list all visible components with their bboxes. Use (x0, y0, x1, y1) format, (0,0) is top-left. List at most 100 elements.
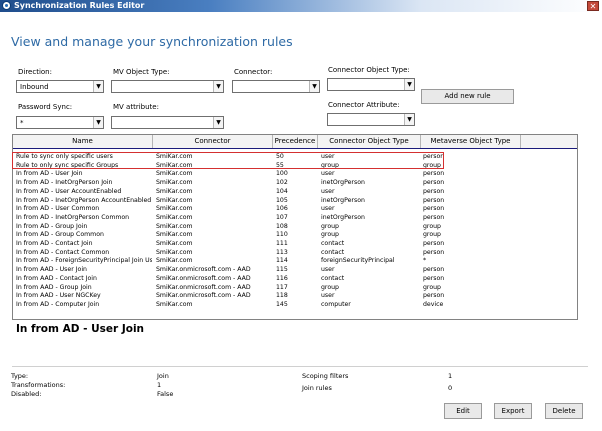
cell-connector-object-type: foreignSecurityPrincipal (321, 257, 395, 265)
table-row[interactable]: In from AD - Group Join SmiKar.com 108 grou… (13, 223, 577, 232)
cell-precedence: 102 (276, 179, 288, 187)
cell-name: In from AD - ForeignSecurityPrincipal Jo… (16, 257, 152, 265)
password-sync-select[interactable]: * ▼ (16, 116, 104, 129)
cell-metaverse-object-type: person (423, 170, 445, 178)
cell-metaverse-object-type: person (423, 213, 445, 221)
divider (12, 366, 588, 367)
cell-name: In from AD - InetOrgPerson AccountEnable… (16, 196, 152, 204)
column-header-name[interactable]: Name (13, 135, 153, 148)
connector-select[interactable]: ▼ (232, 80, 320, 93)
cell-precedence: 100 (276, 170, 288, 178)
cell-connector: SmiKar.com (156, 222, 193, 230)
chevron-down-icon[interactable]: ▼ (309, 81, 319, 92)
chevron-down-icon[interactable]: ▼ (404, 79, 414, 90)
connector-object-type-label: Connector Object Type: (328, 66, 410, 74)
cell-metaverse-object-type: person (423, 266, 445, 274)
table-row[interactable]: In from AAD - User NGCKey SmiKar.onmicros… (13, 292, 577, 301)
table-row[interactable]: In from AD - InetOrgPerson AccountEnable… (13, 197, 577, 206)
cell-connector-object-type: user (321, 205, 335, 213)
cell-precedence: 104 (276, 187, 288, 195)
chevron-down-icon[interactable]: ▼ (404, 114, 414, 125)
cell-name: In from AD - User Common (16, 205, 100, 213)
cell-metaverse-object-type: person (423, 187, 445, 195)
column-header-connector[interactable]: Connector (153, 135, 273, 148)
password-sync-label: Password Sync: (18, 103, 73, 111)
cell-connector: SmiKar.com (156, 196, 193, 204)
direction-value: Inbound (20, 83, 49, 91)
cell-precedence: 107 (276, 213, 288, 221)
table-row[interactable]: In from AD - InetOrgPerson Join SmiKar.co… (13, 179, 577, 188)
chevron-down-icon[interactable]: ▼ (213, 81, 223, 92)
cell-connector-object-type: user (321, 292, 335, 300)
mv-attribute-select[interactable]: ▼ (111, 116, 224, 129)
cell-connector-object-type: user (321, 266, 335, 274)
close-button[interactable]: ✕ (587, 1, 599, 11)
table-row[interactable]: In from AD - User Common SmiKar.com 106 use… (13, 205, 577, 214)
type-value: Join (157, 372, 169, 380)
table-row[interactable]: In from AAD - User Join SmiKar.onmicrosof… (13, 266, 577, 275)
cell-name: In from AD - User Join (16, 170, 83, 178)
cell-connector: SmiKar.com (156, 170, 193, 178)
cell-connector: SmiKar.com (156, 213, 193, 221)
connector-attribute-label: Connector Attribute: (328, 101, 400, 109)
cell-name: In from AD - Group Join (16, 222, 88, 230)
add-new-rule-button[interactable]: Add new rule (421, 89, 514, 104)
edit-button[interactable]: Edit (444, 403, 482, 419)
cell-connector-object-type: contact (321, 240, 345, 247)
cell-connector: SmiKar.com (156, 240, 193, 247)
table-row[interactable]: In from AD - User Join SmiKar.com 100 user p… (13, 170, 577, 179)
chevron-down-icon[interactable]: ▼ (93, 117, 103, 128)
cell-name: In from AD - Contact Join (16, 240, 93, 247)
cell-name: In from AAD - User Join (16, 266, 87, 274)
disabled-value: False (157, 390, 174, 398)
cell-metaverse-object-type: person (423, 205, 445, 213)
cell-connector-object-type: user (321, 170, 335, 178)
cell-name: In from AAD - User NGCKey (16, 292, 101, 300)
cell-connector: SmiKar.onmicrosoft.com - AAD (156, 292, 251, 300)
cell-metaverse-object-type: group (423, 231, 441, 239)
table-row[interactable]: In from AD - InetOrgPerson Common SmiKar.… (13, 214, 577, 223)
direction-label: Direction: (18, 68, 52, 76)
cell-connector: SmiKar.com (156, 205, 193, 213)
table-row[interactable]: In from AAD - Group Join SmiKar.onmicroso… (13, 284, 577, 293)
title-bar: Synchronization Rules Editor ✕ (0, 0, 602, 12)
table-row[interactable]: In from AAD - Contact Join SmiKar.onmicro… (13, 275, 577, 284)
cell-precedence: 115 (276, 266, 288, 274)
delete-button[interactable]: Delete (545, 403, 583, 419)
cell-connector-object-type: computer (321, 300, 351, 308)
column-header-connector-object-type[interactable]: Connector Object Type (318, 135, 421, 148)
cell-connector: SmiKar.com (156, 179, 193, 187)
cell-name: In from AD - InetOrgPerson Common (16, 213, 130, 221)
transformations-label: Transformations: (11, 381, 66, 389)
table-row[interactable]: In from AD - ForeignSecurityPrincipal Jo… (13, 257, 577, 266)
table-row[interactable]: In from AD - Computer Join SmiKar.com 145 c… (13, 301, 577, 310)
cell-connector-object-type: group (321, 222, 339, 230)
cell-connector: SmiKar.com (156, 300, 193, 308)
column-header-precedence[interactable]: Precedence (273, 135, 318, 148)
cell-connector-object-type: contact (321, 248, 345, 256)
column-header-metaverse-object-type[interactable]: Metaverse Object Type (421, 135, 521, 148)
cell-precedence: 116 (276, 274, 288, 282)
connector-attribute-select[interactable]: ▼ (327, 113, 415, 126)
cell-name: In from AD - Contact Common (16, 248, 110, 256)
mv-object-type-select[interactable]: ▼ (111, 80, 224, 93)
cell-metaverse-object-type: person (423, 240, 445, 247)
cell-connector: SmiKar.com (156, 248, 193, 256)
chevron-down-icon[interactable]: ▼ (93, 81, 103, 92)
chevron-down-icon[interactable]: ▼ (213, 117, 223, 128)
table-row[interactable]: In from AD - Group Common SmiKar.com 110 gr… (13, 231, 577, 240)
connector-object-type-select[interactable]: ▼ (327, 78, 415, 91)
cell-metaverse-object-type: group (423, 222, 441, 230)
cell-connector-object-type: inetOrgPerson (321, 213, 365, 221)
password-sync-value: * (20, 119, 24, 127)
cell-precedence: 118 (276, 292, 288, 300)
cell-name: In from AAD - Contact Join (16, 274, 97, 282)
table-row[interactable]: In from AD - Contact Common SmiKar.com 113… (13, 249, 577, 258)
cell-connector: SmiKar.com (156, 257, 193, 265)
table-row[interactable]: In from AD - User AccountEnabled SmiKar.c… (13, 188, 577, 197)
cell-metaverse-object-type: person (423, 196, 445, 204)
direction-select[interactable]: Inbound ▼ (16, 80, 104, 93)
cell-connector: SmiKar.onmicrosoft.com - AAD (156, 283, 251, 291)
table-row[interactable]: In from AD - Contact Join SmiKar.com 111 co… (13, 240, 577, 249)
export-button[interactable]: Export (494, 403, 532, 419)
